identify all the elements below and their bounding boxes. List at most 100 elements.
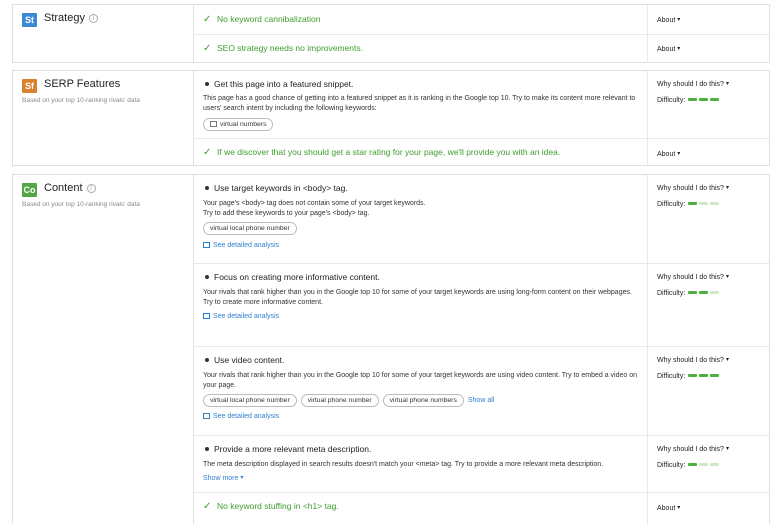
why-label: Why should I do this? bbox=[657, 446, 724, 453]
chevron-down-icon: ▾ bbox=[725, 81, 729, 87]
ok-text: SEO strategy needs no improvements. bbox=[217, 43, 363, 53]
strategy-row-1: ✓ No keyword cannibalization About ▾ bbox=[194, 5, 769, 34]
row-content: Use video content. Your rivals that rank… bbox=[203, 355, 643, 420]
chevron-down-icon: ▾ bbox=[725, 274, 729, 280]
content-title: Content i bbox=[44, 182, 96, 194]
about-button[interactable]: About ▾ bbox=[657, 46, 680, 53]
link-label: See detailed analysis bbox=[213, 313, 280, 321]
difficulty-bars bbox=[688, 289, 721, 296]
difficulty: Difficulty: bbox=[657, 96, 767, 104]
serp-header: Sf SERP Features Based on your top 10-ra… bbox=[13, 71, 193, 165]
content-title-text: Content bbox=[44, 182, 83, 194]
task-title: Focus on creating more informative conte… bbox=[203, 272, 643, 282]
difficulty-bars bbox=[688, 372, 721, 379]
ok-text: If we discover that you should get a sta… bbox=[217, 147, 561, 157]
keyword-chip[interactable]: virtual local phone number bbox=[203, 394, 297, 408]
link-label: Show more bbox=[203, 474, 239, 482]
check-icon: ✓ bbox=[203, 501, 212, 512]
task-title-text: Provide a more relevant meta description… bbox=[214, 444, 372, 454]
bullet-icon bbox=[205, 81, 209, 86]
divider bbox=[647, 346, 648, 435]
difficulty-bar bbox=[688, 98, 698, 101]
difficulty: Difficulty: bbox=[657, 461, 767, 469]
ok-message: ✓ No keyword cannibalization bbox=[203, 14, 643, 25]
row-content: ✓ If we discover that you should get a st… bbox=[203, 147, 643, 158]
check-icon: ✓ bbox=[203, 147, 212, 158]
why-button[interactable]: Why should I do this? ▾ bbox=[657, 80, 767, 88]
info-icon[interactable]: i bbox=[86, 184, 96, 193]
row-content: Get this page into a featured snippet. T… bbox=[203, 79, 643, 132]
show-more-link[interactable]: Show more ▾ bbox=[203, 474, 643, 482]
about-button[interactable]: About ▾ bbox=[657, 17, 680, 24]
difficulty-bar bbox=[699, 291, 709, 294]
divider bbox=[194, 34, 769, 35]
see-analysis-link[interactable]: See detailed analysis bbox=[203, 242, 643, 249]
table-icon bbox=[203, 242, 210, 249]
about-button[interactable]: About ▾ bbox=[657, 505, 680, 512]
task-title: Use target keywords in <body> tag. bbox=[203, 183, 643, 193]
task-description: Your page's <body> tag does not contain … bbox=[203, 199, 643, 218]
serp-ok-row: ✓ If we discover that you should get a st… bbox=[194, 138, 769, 166]
bullet-icon bbox=[205, 274, 209, 279]
ok-text: No keyword stuffing in <h1> tag. bbox=[217, 501, 339, 511]
keyword-chip[interactable]: virtual numbers bbox=[203, 118, 274, 132]
ok-message: ✓ No keyword stuffing in <h1> tag. bbox=[203, 501, 643, 512]
content-task-3: Use video content. Your rivals that rank… bbox=[194, 346, 769, 435]
task-title-text: Get this page into a featured snippet. bbox=[214, 79, 354, 89]
keyword-chip[interactable]: virtual phone numbers bbox=[382, 394, 464, 408]
chevron-down-icon: ▾ bbox=[677, 505, 681, 511]
difficulty-label: Difficulty: bbox=[657, 290, 686, 297]
difficulty-label: Difficulty: bbox=[657, 97, 686, 104]
divider bbox=[194, 138, 769, 139]
content-header: Co Content i Based on your top 10-ranking… bbox=[13, 175, 193, 524]
keyword-chip[interactable]: virtual phone number bbox=[300, 394, 379, 408]
row-actions: About ▾ bbox=[657, 503, 767, 512]
difficulty-bar bbox=[699, 463, 709, 466]
why-button[interactable]: Why should I do this? ▾ bbox=[657, 273, 767, 281]
bullet-icon bbox=[205, 446, 209, 451]
see-analysis-link[interactable]: See detailed analysis bbox=[203, 313, 643, 320]
content-section: Co Content i Based on your top 10-ranking… bbox=[12, 174, 770, 525]
row-actions: Why should I do this? ▾ Difficulty: bbox=[657, 80, 767, 104]
chevron-down-icon: ▾ bbox=[725, 357, 729, 363]
difficulty-bar bbox=[710, 291, 720, 294]
description-line: Try to create more informative content. bbox=[203, 298, 323, 306]
task-title-text: Focus on creating more informative conte… bbox=[214, 272, 380, 282]
task-title: Use video content. bbox=[203, 355, 643, 365]
difficulty-label: Difficulty: bbox=[657, 373, 686, 380]
content-ok-row: ✓ No keyword stuffing in <h1> tag. About ▾ bbox=[194, 492, 769, 525]
row-actions: About ▾ bbox=[657, 15, 767, 24]
row-content: Provide a more relevant meta description… bbox=[203, 444, 643, 482]
why-label: Why should I do this? bbox=[657, 274, 724, 281]
about-label: About bbox=[657, 505, 676, 512]
difficulty-bar bbox=[688, 463, 698, 466]
show-all-link[interactable]: Show all bbox=[468, 397, 494, 404]
content-task-1: Use target keywords in <body> tag. Your … bbox=[194, 175, 769, 263]
difficulty-bar bbox=[710, 98, 720, 101]
serp-title: SERP Features bbox=[44, 78, 121, 90]
about-button[interactable]: About ▾ bbox=[657, 151, 680, 158]
task-description: Your rivals that rank higher than you in… bbox=[203, 372, 637, 389]
see-analysis-link[interactable]: See detailed analysis bbox=[203, 413, 643, 420]
serp-section: Sf SERP Features Based on your top 10-ra… bbox=[12, 70, 770, 166]
chevron-down-icon: ▾ bbox=[725, 185, 729, 191]
why-button[interactable]: Why should I do this? ▾ bbox=[657, 445, 767, 453]
strategy-section: St Strategy i ✓ No keyword cannibalization… bbox=[12, 4, 770, 63]
info-icon[interactable]: i bbox=[88, 14, 98, 23]
keyword-chip[interactable]: virtual local phone number bbox=[203, 222, 297, 236]
row-actions: Why should I do this? ▾ Difficulty: bbox=[657, 184, 767, 208]
divider bbox=[647, 263, 648, 346]
difficulty-bars bbox=[688, 200, 721, 207]
row-content: Focus on creating more informative conte… bbox=[203, 272, 643, 320]
chevron-down-icon: ▾ bbox=[240, 474, 244, 481]
task-description: Your rivals that rank higher than you in… bbox=[203, 288, 643, 307]
why-button[interactable]: Why should I do this? ▾ bbox=[657, 184, 767, 192]
row-content: ✓ No keyword cannibalization bbox=[203, 14, 643, 25]
about-label: About bbox=[657, 46, 676, 53]
why-button[interactable]: Why should I do this? ▾ bbox=[657, 356, 767, 364]
content-subtitle: Based on your top 10-ranking rivals' dat… bbox=[22, 201, 140, 208]
serp-task: Get this page into a featured snippet. T… bbox=[194, 71, 769, 138]
difficulty-label: Difficulty: bbox=[657, 201, 686, 208]
description-line: Your page's <body> tag does not contain … bbox=[203, 200, 426, 207]
difficulty-bars bbox=[688, 461, 721, 468]
